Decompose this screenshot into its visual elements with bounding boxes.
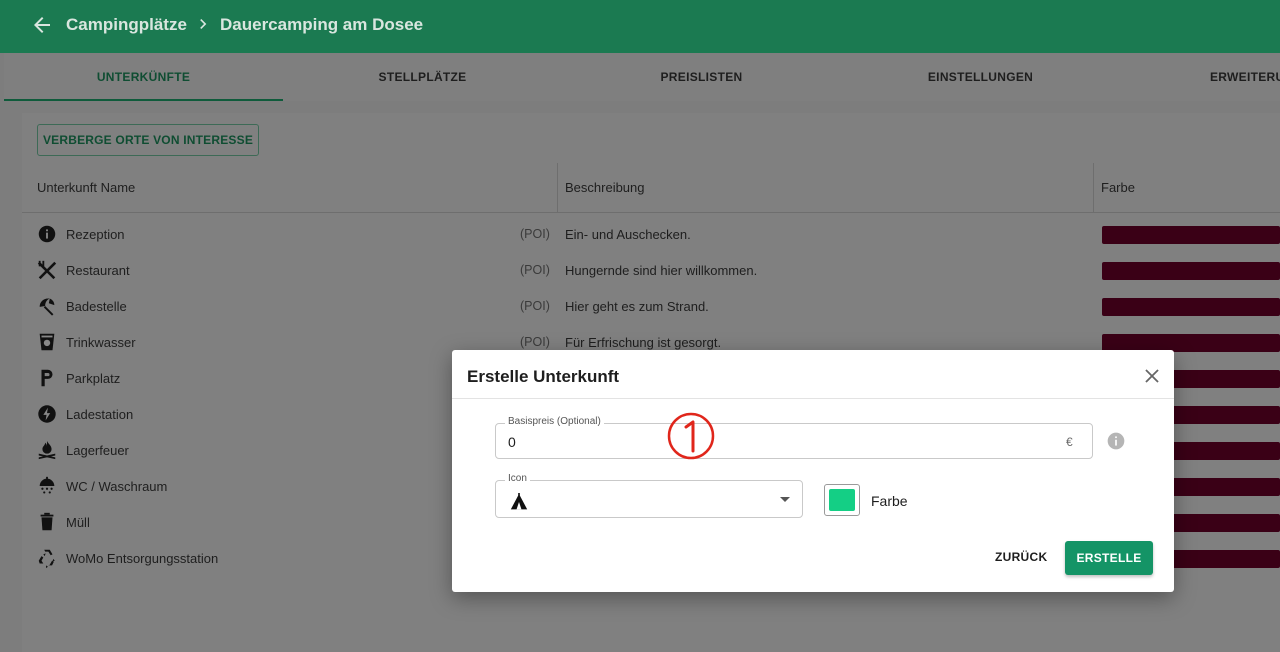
- close-icon[interactable]: [1142, 366, 1162, 386]
- breadcrumb-current: Dauercamping am Dosee: [220, 15, 424, 34]
- back-button[interactable]: ZURÜCK: [995, 550, 1047, 564]
- row-name: Badestelle: [66, 299, 127, 314]
- base-price-label: Basispreis (Optional): [505, 416, 604, 427]
- row-name: WC / Waschraum: [66, 479, 168, 494]
- poi-tag: (POI): [520, 227, 550, 241]
- breadcrumb-parent[interactable]: Campingplätze: [66, 15, 187, 35]
- chevron-right-icon: [200, 19, 207, 29]
- row-description: Hungernde sind hier willkommen.: [565, 263, 758, 278]
- info-icon[interactable]: [1106, 431, 1126, 451]
- tab-einstellungen[interactable]: EINSTELLUNGEN: [841, 53, 1120, 101]
- row-color-swatch: [1102, 262, 1280, 280]
- row-name: Rezeption: [66, 227, 125, 242]
- color-swatch: [829, 489, 855, 511]
- trash-icon: [40, 512, 54, 531]
- row-name: Müll: [66, 515, 90, 530]
- base-price-value[interactable]: 0: [508, 434, 516, 450]
- beach-umbrella-icon: [39, 298, 55, 316]
- row-description: Hier geht es zum Strand.: [565, 299, 709, 314]
- row-name: Ladestation: [66, 407, 134, 422]
- parking-icon: [41, 369, 53, 387]
- column-header-description[interactable]: Beschreibung: [565, 163, 645, 213]
- icon-select[interactable]: Icon: [495, 473, 803, 518]
- table-row[interactable]: Restaurant (POI) Hungernde sind hier wil…: [22, 251, 1280, 287]
- poi-tag: (POI): [520, 335, 550, 349]
- row-name: Parkplatz: [66, 371, 121, 386]
- row-color-swatch: [1102, 298, 1280, 316]
- table-row[interactable]: Rezeption (POI) Ein- und Auschecken.: [22, 215, 1280, 251]
- tent-icon: [510, 493, 528, 510]
- back-arrow-icon[interactable]: [30, 13, 54, 37]
- base-price-input[interactable]: Basispreis (Optional) 0 €: [495, 416, 1093, 459]
- charging-station-icon: [38, 405, 56, 423]
- row-description: Ein- und Auschecken.: [565, 227, 691, 242]
- column-divider: [557, 163, 558, 213]
- drinking-water-icon: [39, 333, 55, 351]
- poi-tag: (POI): [520, 263, 550, 277]
- row-name: Lagerfeuer: [66, 443, 129, 458]
- create-button[interactable]: ERSTELLE: [1065, 541, 1153, 575]
- tab-erweiterungen[interactable]: ERWEITERUNGEN: [1120, 53, 1280, 101]
- row-name: Trinkwasser: [66, 335, 136, 350]
- restaurant-icon: [37, 260, 57, 280]
- shower-icon: [39, 476, 55, 494]
- dialog-divider: [452, 398, 1174, 399]
- icon-select-label: Icon: [505, 473, 530, 484]
- row-color-swatch: [1102, 226, 1280, 244]
- color-picker-button[interactable]: [824, 484, 860, 516]
- hide-poi-button[interactable]: VERBERGE ORTE VON INTERESSE: [37, 124, 259, 156]
- step-marker-icon: [667, 412, 715, 460]
- column-header-color[interactable]: Farbe: [1101, 163, 1135, 213]
- row-name: Restaurant: [66, 263, 130, 278]
- row-name: WoMo Entsorgungsstation: [66, 551, 219, 566]
- chevron-down-icon[interactable]: [780, 497, 790, 502]
- tab-stellplaetze[interactable]: STELLPLÄTZE: [283, 53, 562, 101]
- table-header: Unterkunft Name Beschreibung Farbe: [22, 163, 1280, 213]
- column-divider: [1093, 163, 1094, 213]
- campfire-icon: [38, 440, 56, 460]
- currency-label: €: [1066, 435, 1073, 449]
- dialog-title: Erstelle Unterkunft: [467, 367, 620, 386]
- tab-unterkuenfte[interactable]: UNTERKÜNFTE: [4, 53, 283, 101]
- table-row[interactable]: Badestelle (POI) Hier geht es zum Strand…: [22, 287, 1280, 323]
- color-label: Farbe: [871, 493, 908, 509]
- create-accommodation-dialog: Erstelle Unterkunft Basispreis (Optional…: [452, 350, 1174, 592]
- tab-bar: UNTERKÜNFTE STELLPLÄTZE PREISLISTEN EINS…: [4, 53, 1280, 101]
- info-icon: [38, 225, 56, 243]
- poi-tag: (POI): [520, 299, 550, 313]
- recycle-icon: [38, 549, 55, 569]
- row-description: Für Erfrischung ist gesorgt.: [565, 335, 722, 350]
- column-header-name[interactable]: Unterkunft Name: [37, 163, 135, 213]
- app-bar: Campingplätze Dauercamping am Dosee: [0, 0, 1280, 53]
- tab-preislisten[interactable]: PREISLISTEN: [562, 53, 841, 101]
